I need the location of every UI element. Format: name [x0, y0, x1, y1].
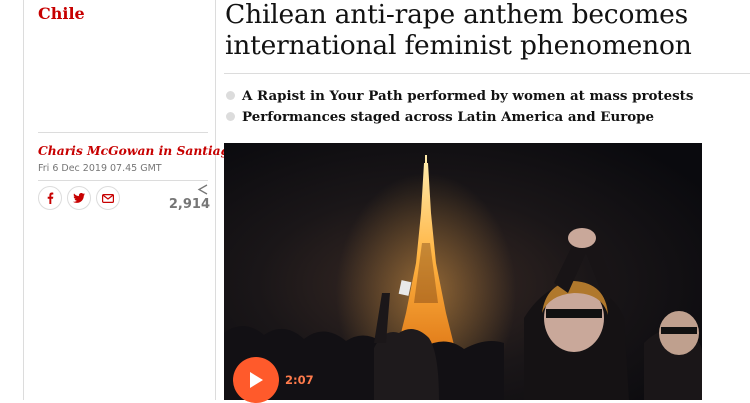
- headline-divider: [224, 73, 750, 74]
- twitter-icon: [73, 193, 85, 203]
- video-thumbnail[interactable]: [224, 143, 702, 400]
- video-still-image: [224, 143, 702, 400]
- left-column-divider: [23, 0, 24, 400]
- bullet-dot-icon: [226, 91, 235, 100]
- byline[interactable]: Charis McGowan in Santiago: [38, 143, 237, 158]
- share-icon[interactable]: [197, 184, 209, 196]
- email-icon: [102, 193, 114, 203]
- standfirst-item: Performances staged across Latin America…: [226, 106, 726, 127]
- bullet-dot-icon: [226, 112, 235, 121]
- facebook-share-button[interactable]: [38, 186, 62, 210]
- section-label[interactable]: Chile: [38, 4, 85, 23]
- facebook-icon: [47, 192, 54, 204]
- meta-divider-top: [38, 132, 208, 133]
- video-duration: 2:07: [285, 373, 314, 387]
- share-count: 2,914: [168, 197, 210, 212]
- standfirst-text: Performances staged across Latin America…: [242, 108, 655, 125]
- content-column-divider: [215, 0, 216, 400]
- headline: Chilean anti-rape anthem becomes interna…: [225, 0, 692, 61]
- twitter-share-button[interactable]: [67, 186, 91, 210]
- email-share-button[interactable]: [96, 186, 120, 210]
- standfirst-list: A Rapist in Your Path performed by women…: [226, 85, 726, 127]
- standfirst-item: A Rapist in Your Path performed by women…: [226, 85, 726, 106]
- meta-divider-mid: [38, 180, 208, 181]
- play-button[interactable]: [233, 357, 279, 403]
- dateline: Fri 6 Dec 2019 07.45 GMT: [38, 163, 162, 174]
- standfirst-text: A Rapist in Your Path performed by women…: [242, 87, 694, 104]
- play-icon: [250, 372, 263, 388]
